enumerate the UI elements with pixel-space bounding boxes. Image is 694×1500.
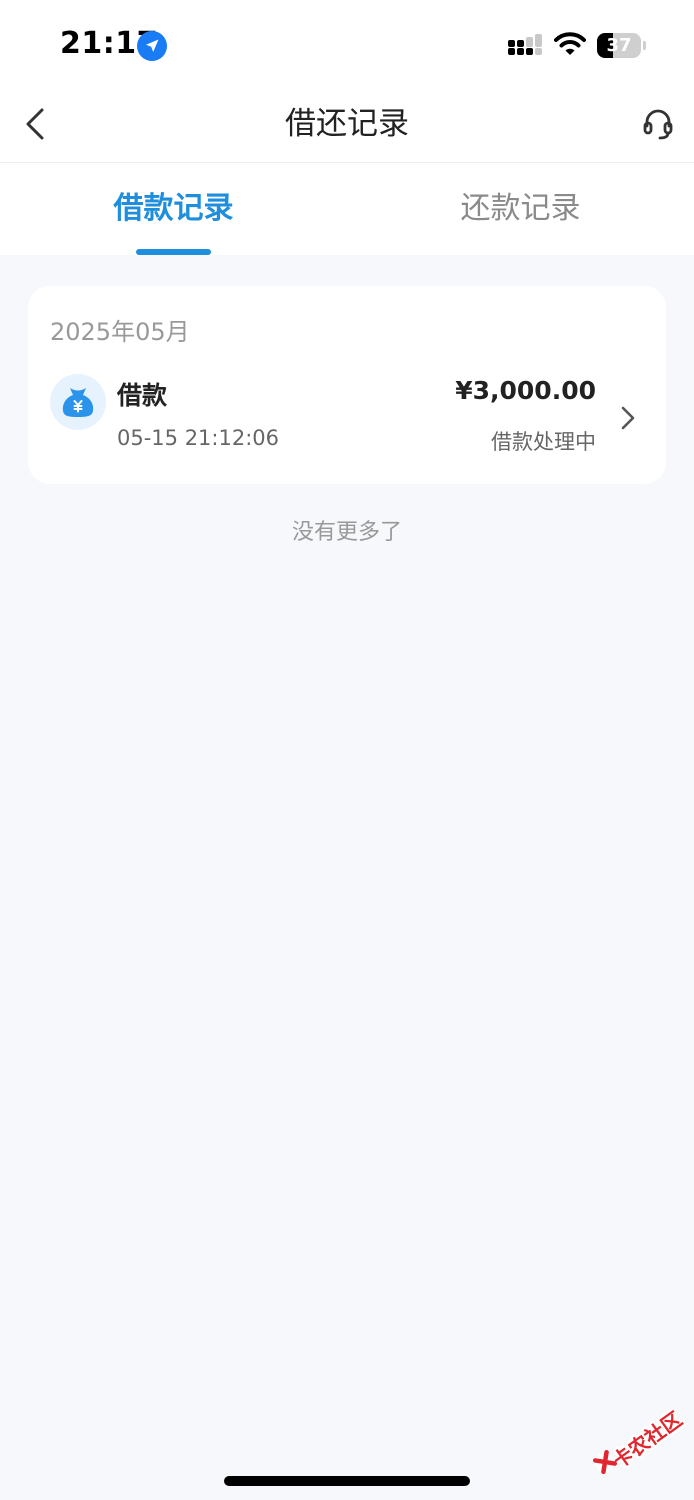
wifi-icon — [554, 32, 586, 55]
active-tab-indicator — [136, 249, 211, 255]
tab-borrow-records[interactable]: 借款记录 — [0, 163, 347, 255]
location-arrow-icon — [137, 31, 167, 61]
kanong-watermark-logo: 卡农社区 卡农社区 — [592, 1408, 689, 1476]
chevron-right-icon — [621, 406, 635, 430]
cellular-signal-icon — [508, 34, 542, 55]
battery-indicator: 37 — [597, 33, 647, 59]
money-bag-icon — [50, 374, 106, 430]
home-indicator[interactable] — [224, 1476, 470, 1486]
month-header: 2025年05月 — [50, 318, 190, 346]
record-tabs: 借款记录 还款记录 — [0, 163, 694, 255]
headset-icon[interactable] — [640, 106, 676, 142]
no-more-text: 没有更多了 — [291, 520, 402, 545]
nav-bar: 借还记录 — [0, 88, 694, 163]
page-title: 借还记录 — [285, 106, 409, 142]
tab-repay-records[interactable]: 还款记录 — [347, 163, 694, 255]
list-item[interactable]: 借款 05-15 21:12:06 ¥3,000.00 借款处理中 — [28, 362, 666, 462]
record-datetime: 05-15 21:12:06 — [117, 426, 280, 450]
status-bar: 21:17 37 — [0, 0, 694, 88]
record-type: 借款 — [117, 381, 168, 410]
battery-level: 37 — [606, 35, 632, 56]
record-card: 2025年05月 借款 05-15 21:12:06 ¥3,000.00 借款处… — [28, 286, 666, 484]
watermark-text: 卡农社区 — [608, 1408, 687, 1473]
battery-body: 37 — [597, 33, 641, 58]
record-status: 借款处理中 — [491, 430, 596, 454]
battery-cap — [643, 41, 646, 50]
record-amount: ¥3,000.00 — [455, 376, 596, 405]
chevron-left-icon[interactable] — [22, 107, 50, 141]
